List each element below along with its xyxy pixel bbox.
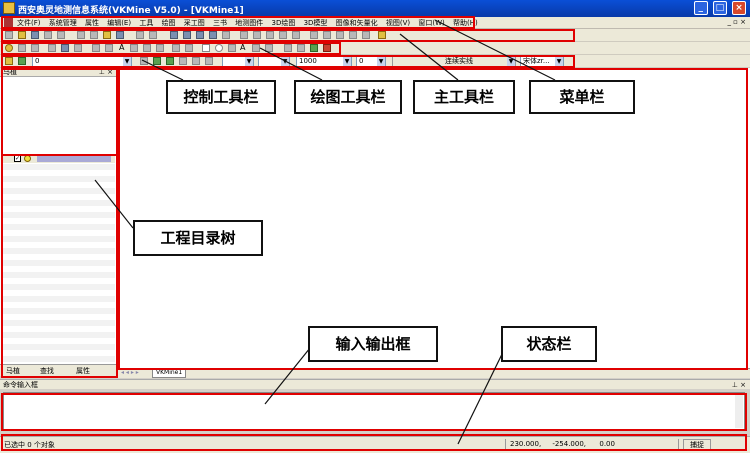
- tab-scroll-arrows[interactable]: ◂ ◂ ▸ ▸: [121, 369, 139, 376]
- tree-bottom-highlight: [1, 154, 118, 378]
- close-button[interactable]: ×: [732, 1, 746, 15]
- control-toolbar-highlight: [1, 55, 575, 68]
- minimize-button[interactable]: _: [693, 1, 708, 15]
- command-panel-buttons[interactable]: ⊥ ×: [732, 380, 746, 390]
- callout-io-box: 输入输出框: [308, 326, 438, 362]
- callout-menubar: 菜单栏: [529, 80, 635, 114]
- title-bar: 西安奥灵地测信息系统(VKMine V5.0) - [VKMine1] _ □ …: [0, 0, 750, 17]
- maximize-button[interactable]: □: [712, 1, 727, 15]
- tab-vkmine1[interactable]: VKMine1: [152, 369, 187, 378]
- window-controls: _ □ ×: [692, 1, 746, 15]
- main-toolbar-highlight: [1, 29, 575, 42]
- command-panel-title: 命令输入框 ⊥ ×: [0, 379, 750, 389]
- callout-statusbar: 状态栏: [501, 326, 597, 362]
- app-icon: [3, 2, 15, 14]
- menubar-highlight: [1, 16, 475, 29]
- window-title: 西安奥灵地测信息系统(VKMine V5.0) - [VKMine1]: [18, 6, 244, 16]
- command-highlight: [1, 393, 747, 431]
- callout-main-toolbar: 主工具栏: [413, 80, 515, 114]
- tree-top-highlight: [1, 68, 118, 156]
- callout-draw-toolbar: 绘图工具栏: [294, 80, 402, 114]
- callout-project-tree: 工程目录树: [133, 220, 263, 256]
- command-title-text: 命令输入框: [3, 381, 38, 389]
- statusbar-highlight: [1, 434, 747, 451]
- mdi-controls[interactable]: _ ▫ ×: [727, 18, 746, 26]
- drawing-toolbar-highlight: [1, 42, 341, 55]
- callout-control-toolbar: 控制工具栏: [166, 80, 276, 114]
